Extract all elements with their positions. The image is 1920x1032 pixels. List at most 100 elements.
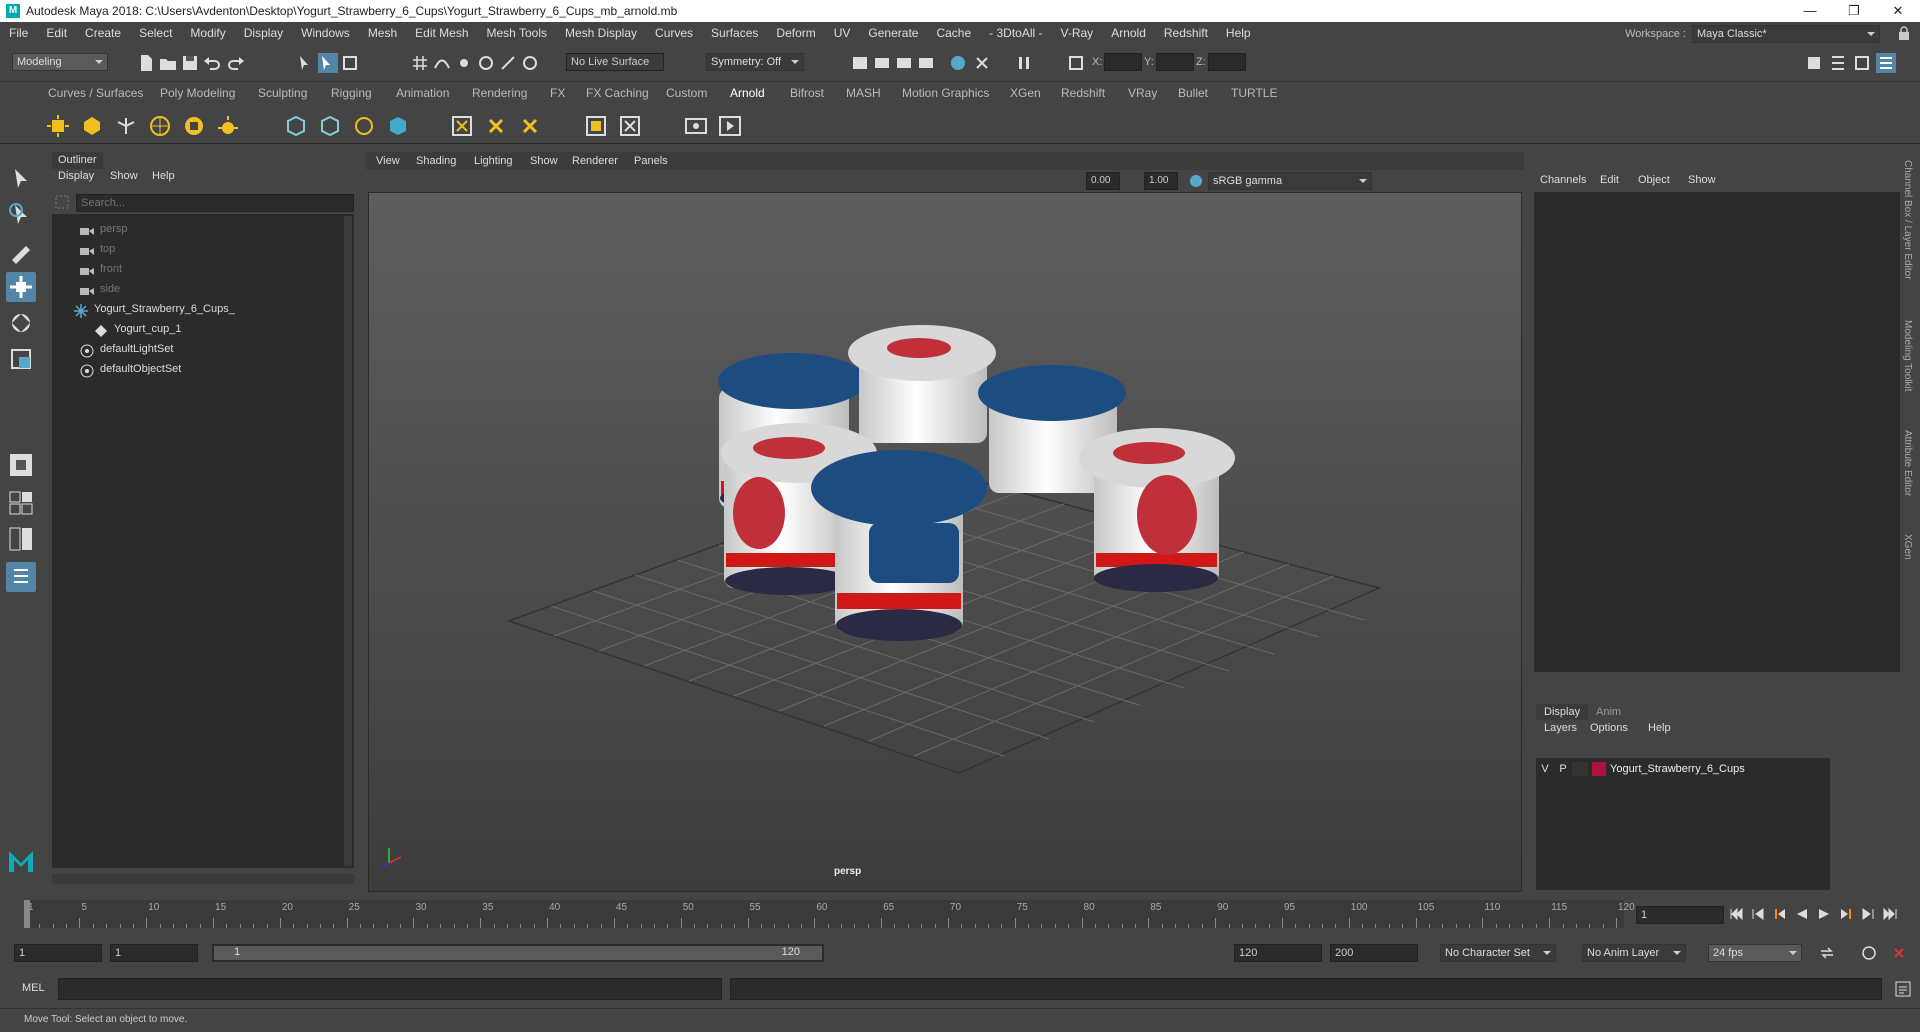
loop-icon[interactable] <box>1818 944 1836 962</box>
shelf-tab-sculpting[interactable]: Sculpting <box>258 86 307 100</box>
vtab-attribute-editor[interactable]: Attribute Editor <box>1902 430 1913 496</box>
shelf-tab-fx[interactable]: FX <box>550 86 565 100</box>
outliner-node[interactable]: defaultObjectSet <box>80 360 181 378</box>
shelf-tab-turtle[interactable]: TURTLE <box>1231 86 1277 100</box>
light-portal-icon[interactable] <box>182 114 206 138</box>
menu-edit[interactable]: Edit <box>37 26 76 40</box>
vtab-channel-box[interactable]: Channel Box / Layer Editor <box>1902 160 1913 280</box>
render-frame-icon[interactable] <box>872 53 892 73</box>
paint-select-tool-icon[interactable] <box>6 236 36 266</box>
fps-dropdown[interactable]: 24 fps <box>1708 944 1802 962</box>
transform-mode-icon[interactable] <box>1066 53 1086 73</box>
animation-preferences-icon[interactable] <box>1890 944 1908 962</box>
start-time-field[interactable]: 1 <box>14 944 102 962</box>
menu-redshift[interactable]: Redshift <box>1155 26 1217 40</box>
character-set-dropdown[interactable]: No Character Set <box>1440 944 1556 962</box>
menu-3dtoall[interactable]: - 3DtoAll - <box>980 26 1051 40</box>
render-settings-icon[interactable] <box>916 53 936 73</box>
current-time-indicator[interactable] <box>24 900 30 928</box>
curve-collector-icon[interactable] <box>352 114 376 138</box>
snap-point-icon[interactable] <box>454 53 474 73</box>
play-backward-icon[interactable] <box>1794 906 1810 922</box>
shelf-tab-redshift[interactable]: Redshift <box>1061 86 1105 100</box>
color-management-icon[interactable] <box>1188 173 1204 189</box>
menu-modify[interactable]: Modify <box>181 26 234 40</box>
pause-icon[interactable] <box>1014 53 1034 73</box>
skydome-light-icon[interactable] <box>148 114 172 138</box>
menu-mesh[interactable]: Mesh <box>359 26 406 40</box>
shelf-tab-custom[interactable]: Custom <box>666 86 707 100</box>
command-language-label[interactable]: MEL <box>22 982 45 994</box>
export-standin-icon[interactable] <box>318 114 342 138</box>
menu-create[interactable]: Create <box>76 26 130 40</box>
outliner-node[interactable]: Yogurt_cup_1 <box>94 320 182 338</box>
layer-tab-anim[interactable]: Anim <box>1596 706 1621 718</box>
light-manager-icon[interactable] <box>684 114 708 138</box>
menu-windows[interactable]: Windows <box>292 26 359 40</box>
modeling-toolkit-icon[interactable] <box>1804 53 1824 73</box>
shelf-tab-arnold[interactable]: Arnold <box>730 86 765 100</box>
outliner-node[interactable]: defaultLightSet <box>80 340 173 358</box>
area-light-icon[interactable] <box>46 114 70 138</box>
select-tool-icon[interactable] <box>6 164 36 194</box>
menu-file[interactable]: File <box>0 26 37 40</box>
script-editor-icon[interactable] <box>1894 980 1912 998</box>
hypershade-icon[interactable] <box>948 53 968 73</box>
shelf-tab-fx-caching[interactable]: FX Caching <box>586 86 649 100</box>
persp-outliner-layout-icon[interactable] <box>6 524 36 554</box>
select-component-icon[interactable] <box>340 53 360 73</box>
layer-type-toggle[interactable] <box>1572 762 1588 776</box>
render-view-arnold-icon[interactable] <box>450 114 474 138</box>
viewport-menu-show[interactable]: Show <box>530 155 558 167</box>
close-button[interactable]: ✕ <box>1876 0 1920 22</box>
search-options-icon[interactable] <box>54 194 70 210</box>
snap-view-plane-icon[interactable] <box>476 53 496 73</box>
range-slider-handle[interactable]: 1 120 <box>214 946 822 960</box>
viewport-menu-panels[interactable]: Panels <box>634 155 668 167</box>
single-perspective-layout-icon[interactable] <box>6 450 36 480</box>
outliner-node[interactable]: top <box>80 240 115 258</box>
render-button-icon[interactable] <box>718 114 742 138</box>
channels-menu-object[interactable]: Object <box>1638 174 1670 186</box>
playback-end-field[interactable]: 120 <box>1234 944 1322 962</box>
open-scene-icon[interactable] <box>158 53 178 73</box>
symmetry-dropdown[interactable]: Symmetry: Off <box>706 53 804 71</box>
shelf-tab-bifrost[interactable]: Bifrost <box>790 86 824 100</box>
tool-settings-icon[interactable] <box>1852 53 1872 73</box>
viewport-menu-renderer[interactable]: Renderer <box>572 155 618 167</box>
z-coord-field[interactable] <box>1208 53 1246 71</box>
layer-playback-toggle[interactable]: P <box>1554 763 1572 775</box>
outliner-hscrollbar[interactable] <box>52 874 354 884</box>
shelf-tab-curves-surfaces[interactable]: Curves / Surfaces <box>48 86 143 100</box>
go-to-start-icon[interactable] <box>1728 906 1744 922</box>
mesh-light-icon[interactable] <box>80 114 104 138</box>
select-object-icon[interactable] <box>318 53 338 73</box>
texture-manager-icon[interactable] <box>584 114 608 138</box>
shelf-tab-bullet[interactable]: Bullet <box>1178 86 1208 100</box>
viewport-menu-lighting[interactable]: Lighting <box>474 155 513 167</box>
snap-live-surface-icon[interactable] <box>520 53 540 73</box>
tx-manager-icon[interactable] <box>618 114 642 138</box>
maximize-button[interactable]: ❐ <box>1832 0 1876 22</box>
ipr-render-icon[interactable] <box>894 53 914 73</box>
new-scene-icon[interactable] <box>136 53 156 73</box>
snap-curve-icon[interactable] <box>432 53 452 73</box>
move-tool-icon[interactable] <box>6 272 36 302</box>
shelf-tab-mash[interactable]: MASH <box>846 86 881 100</box>
step-forward-frame-icon[interactable] <box>1838 906 1854 922</box>
y-coord-field[interactable] <box>1156 53 1194 71</box>
redo-icon[interactable] <box>226 53 246 73</box>
save-scene-icon[interactable] <box>180 53 200 73</box>
outliner-node[interactable]: front <box>80 260 122 278</box>
channels-menu-edit[interactable]: Edit <box>1600 174 1619 186</box>
shelf-tab-xgen[interactable]: XGen <box>1010 86 1041 100</box>
shelf-tab-rendering[interactable]: Rendering <box>472 86 527 100</box>
play-forward-icon[interactable] <box>1816 906 1832 922</box>
shelf-tab-rigging[interactable]: Rigging <box>331 86 372 100</box>
select-hierarchy-icon[interactable] <box>296 53 316 73</box>
current-frame-field[interactable]: 1 <box>1636 906 1724 924</box>
menu-generate[interactable]: Generate <box>859 26 927 40</box>
physical-sky-icon[interactable] <box>216 114 240 138</box>
menu-mesh-tools[interactable]: Mesh Tools <box>478 26 556 40</box>
undo-icon[interactable] <box>202 53 222 73</box>
